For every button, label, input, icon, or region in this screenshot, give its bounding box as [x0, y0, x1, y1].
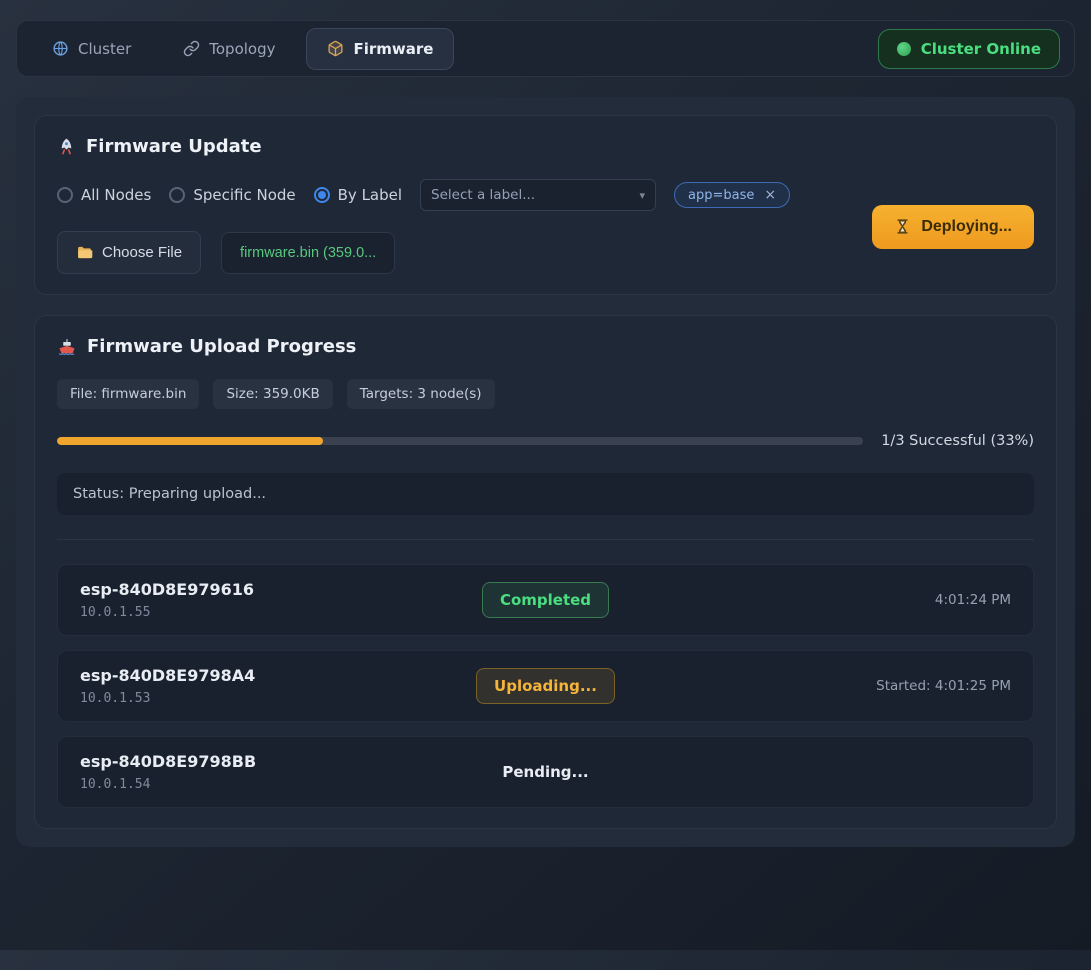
label-select-placeholder: Select a label... [431, 187, 535, 203]
cluster-status-label: Cluster Online [921, 40, 1041, 58]
upload-status-box: Status: Preparing upload... [57, 473, 1034, 515]
hourglass-icon [894, 218, 911, 235]
progress-bar [57, 437, 863, 445]
firmware-update-card: Firmware Update All Nodes Specific Node … [34, 115, 1057, 295]
firmware-update-title-text: Firmware Update [86, 136, 262, 157]
node-1-info: esp-840D8E9798A4 10.0.1.53 [80, 666, 476, 706]
tab-topology[interactable]: Topology [162, 28, 296, 70]
nav-tabs: Cluster Topology Firmware [31, 28, 454, 70]
node-row-1: esp-840D8E9798A4 10.0.1.53 Uploading... … [57, 650, 1034, 722]
rocket-icon [57, 137, 76, 156]
size-chip: Size: 359.0KB [213, 379, 332, 409]
progress-row: 1/3 Successful (33%) [57, 433, 1034, 449]
node-ip: 10.0.1.53 [80, 691, 476, 706]
node-status-badge: Completed [482, 582, 609, 618]
tab-cluster-label: Cluster [78, 40, 131, 58]
label-select[interactable]: Select a label... ▾ [420, 179, 656, 211]
chip-remove-icon[interactable]: × [764, 187, 776, 203]
target-mode-row: All Nodes Specific Node By Label Select … [57, 179, 872, 211]
link-icon [183, 40, 200, 57]
selected-file-button[interactable]: firmware.bin (359.0... [221, 232, 395, 274]
package-icon [327, 40, 344, 57]
upload-progress-title: Firmware Upload Progress [57, 336, 1034, 357]
tab-firmware-label: Firmware [353, 40, 433, 58]
tab-firmware[interactable]: Firmware [306, 28, 454, 70]
radio-by-label-label: By Label [338, 186, 402, 204]
choose-file-button[interactable]: Choose File [57, 231, 201, 274]
radio-all-nodes-label: All Nodes [81, 186, 151, 204]
node-ip: 10.0.1.55 [80, 605, 482, 620]
firmware-update-title: Firmware Update [57, 136, 1034, 157]
node-name: esp-840D8E9798BB [80, 752, 484, 771]
upload-progress-title-text: Firmware Upload Progress [87, 336, 356, 357]
node-row-0: esp-840D8E979616 10.0.1.55 Completed 4:0… [57, 564, 1034, 636]
choose-file-label: Choose File [102, 244, 182, 261]
node-name: esp-840D8E979616 [80, 580, 482, 599]
label-chip-text: app=base [688, 188, 754, 203]
upload-progress-card: Firmware Upload Progress File: firmware.… [34, 315, 1057, 829]
node-status-badge: Pending... [484, 754, 606, 790]
node-2-info: esp-840D8E9798BB 10.0.1.54 [80, 752, 484, 792]
upload-info-chips: File: firmware.bin Size: 359.0KB Targets… [57, 379, 1034, 409]
divider [57, 539, 1034, 540]
folder-icon [76, 244, 93, 261]
node-ip: 10.0.1.54 [80, 777, 484, 792]
radio-all-nodes-circle[interactable] [57, 187, 73, 203]
radio-by-label[interactable]: By Label [314, 186, 402, 204]
green-dot-icon [897, 42, 911, 56]
radio-all-nodes[interactable]: All Nodes [57, 186, 151, 204]
progress-fill [57, 437, 323, 445]
node-status-badge: Uploading... [476, 668, 615, 704]
main-container: Firmware Update All Nodes Specific Node … [16, 97, 1075, 847]
chevron-down-icon: ▾ [640, 189, 646, 202]
file-row: Choose File firmware.bin (359.0... [57, 231, 872, 274]
node-time: 4:01:24 PM [935, 592, 1011, 608]
deploy-button[interactable]: Deploying... [872, 205, 1034, 249]
navbar: Cluster Topology Firmware Cluster Online [16, 20, 1075, 77]
targets-chip: Targets: 3 node(s) [347, 379, 495, 409]
node-name: esp-840D8E9798A4 [80, 666, 476, 685]
radio-specific-node[interactable]: Specific Node [169, 186, 295, 204]
file-chip: File: firmware.bin [57, 379, 199, 409]
node-time: Started: 4:01:25 PM [876, 678, 1011, 694]
radio-specific-node-label: Specific Node [193, 186, 295, 204]
radio-by-label-circle[interactable] [314, 187, 330, 203]
label-chip-app-base[interactable]: app=base × [674, 182, 790, 208]
update-controls: All Nodes Specific Node By Label Select … [57, 179, 1034, 274]
tab-topology-label: Topology [209, 40, 275, 58]
update-controls-left: All Nodes Specific Node By Label Select … [57, 179, 872, 274]
deploy-button-label: Deploying... [921, 218, 1012, 236]
globe-icon [52, 40, 69, 57]
cluster-status-badge[interactable]: Cluster Online [878, 29, 1060, 69]
tab-cluster[interactable]: Cluster [31, 28, 152, 70]
node-row-2: esp-840D8E9798BB 10.0.1.54 Pending... [57, 736, 1034, 808]
radio-specific-node-circle[interactable] [169, 187, 185, 203]
progress-label: 1/3 Successful (33%) [881, 433, 1034, 449]
ship-icon [57, 337, 77, 357]
node-0-info: esp-840D8E979616 10.0.1.55 [80, 580, 482, 620]
